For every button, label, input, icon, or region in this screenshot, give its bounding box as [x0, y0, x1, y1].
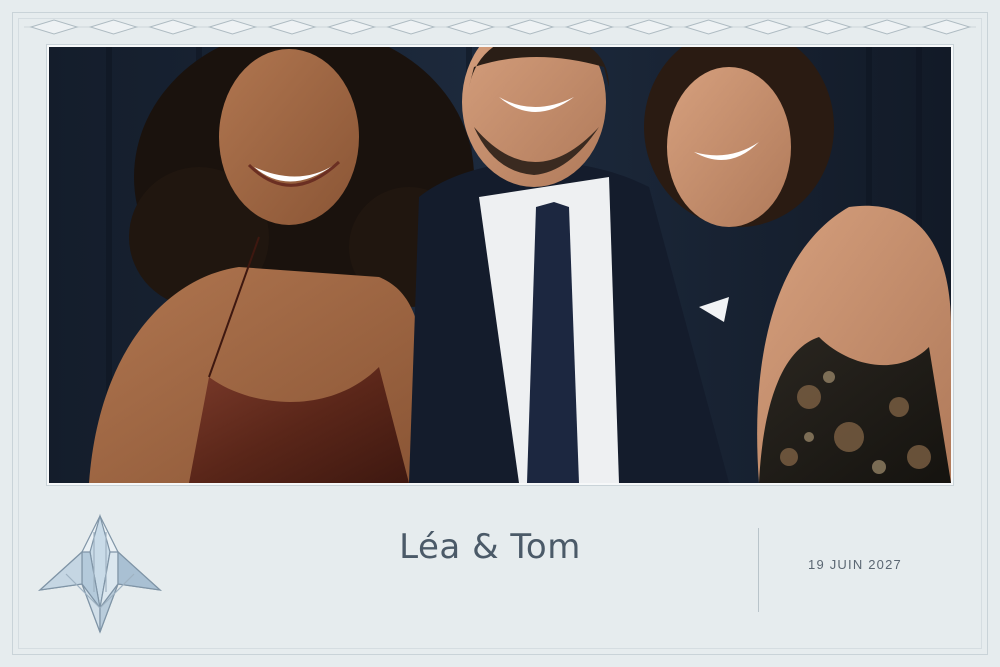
photo-illustration: [49, 47, 951, 483]
diamond-ornament: [802, 19, 853, 35]
diamond-ornament: [207, 19, 258, 35]
diamond-ornament: [862, 19, 912, 35]
diamond-ornament: [29, 19, 79, 35]
diamond-ornament: [148, 19, 198, 35]
diamond-ornament: [505, 19, 555, 35]
event-date: 19 JUIN 2027: [808, 557, 902, 572]
diamond-ornament: [564, 19, 615, 35]
diamond-ornament: [624, 19, 674, 35]
diamond-border-band: [24, 19, 976, 35]
diamond-ornament: [88, 19, 139, 35]
diamond-ornament: [921, 19, 972, 35]
diamond-ornament: [267, 19, 317, 35]
group-photo: [47, 45, 953, 485]
art-deco-crystal-icon: [38, 513, 162, 634]
diamond-ornament: [386, 19, 436, 35]
couple-names: Léa & Tom: [399, 527, 581, 567]
photo-booth-card: Léa & Tom 19 JUIN 2027: [0, 0, 1000, 667]
diamond-ornament: [683, 19, 734, 35]
diamond-ornament: [445, 19, 496, 35]
vertical-divider: [758, 528, 759, 612]
diamond-ornament: [743, 19, 793, 35]
diamond-ornament: [326, 19, 377, 35]
